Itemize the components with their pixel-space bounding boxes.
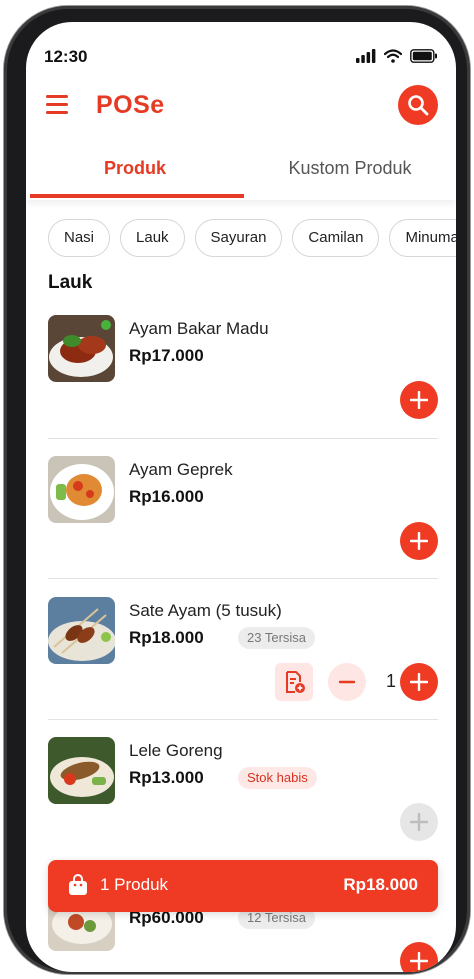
plus-icon: [410, 673, 428, 691]
app-screen: 12:30 POSe Produk Kustom Produk Nasi Lau…: [26, 22, 456, 972]
product-item[interactable]: Ayam Bakar Madu Rp17.000: [48, 315, 438, 455]
plus-icon: [410, 532, 428, 550]
active-tab-indicator: [30, 194, 244, 198]
tab-kustom-produk[interactable]: Kustom Produk: [244, 142, 456, 194]
product-price: Rp18.000: [129, 628, 204, 647]
phone-frame: 12:30 POSe Produk Kustom Produk Nasi Lau…: [4, 6, 470, 974]
note-add-icon: [286, 671, 305, 693]
plus-icon: [410, 391, 428, 409]
chip-lauk[interactable]: Lauk: [120, 219, 185, 257]
tab-produk[interactable]: Produk: [26, 142, 244, 194]
product-item[interactable]: Ayam Geprek Rp16.000: [48, 456, 438, 596]
out-of-stock-badge: Stok habis: [238, 767, 317, 789]
minus-icon: [338, 680, 356, 684]
stock-badge: 23 Tersisa: [238, 627, 316, 649]
divider: [48, 438, 438, 439]
product-name: Lele Goreng: [129, 741, 223, 760]
divider: [48, 578, 438, 579]
product-item[interactable]: Sate Ayam (5 tusuk) Rp18.000 23 Tersisa …: [48, 597, 438, 737]
product-image: [48, 597, 115, 664]
category-filter: NasiLaukSayuranCamilanMinuman: [48, 219, 456, 259]
signal-icon: [356, 49, 376, 63]
cart-summary-bar[interactable]: 1 Produk Rp18.000: [48, 860, 438, 912]
chip-camilan[interactable]: Camilan: [292, 219, 380, 257]
product-price: Rp16.000: [129, 487, 204, 506]
product-image: [48, 737, 115, 804]
add-to-cart-button[interactable]: [400, 522, 438, 560]
product-image: [48, 456, 115, 523]
chip-sayuran[interactable]: Sayuran: [194, 219, 283, 257]
shopping-bag-icon: [69, 874, 87, 895]
chip-minuman[interactable]: Minuman: [389, 219, 456, 257]
cart-total: Rp18.000: [343, 875, 418, 894]
product-name: Ayam Geprek: [129, 460, 233, 479]
divider: [48, 719, 438, 720]
status-bar: 12:30: [26, 22, 456, 72]
status-time: 12:30: [44, 47, 88, 66]
plus-icon: [410, 952, 428, 970]
menu-icon[interactable]: [46, 95, 70, 115]
decrease-quantity-button[interactable]: [328, 663, 366, 701]
add-to-cart-button[interactable]: [400, 381, 438, 419]
add-note-button[interactable]: [275, 663, 313, 701]
product-name: Sate Ayam (5 tusuk): [129, 601, 282, 620]
add-to-cart-button[interactable]: [400, 942, 438, 972]
product-item[interactable]: Lele Goreng Rp13.000 Stok habis: [48, 737, 438, 877]
product-image: [48, 315, 115, 382]
app-logo: POSe: [96, 91, 165, 119]
status-icons: [356, 48, 438, 64]
search-button[interactable]: [398, 85, 438, 125]
product-price: Rp17.000: [129, 346, 204, 365]
chip-nasi[interactable]: Nasi: [48, 219, 111, 257]
search-icon: [408, 95, 429, 116]
add-to-cart-button-disabled: [400, 803, 438, 841]
app-bar: POSe: [26, 84, 456, 128]
plus-icon: [410, 813, 428, 831]
section-title: Lauk: [48, 272, 93, 293]
product-price: Rp13.000: [129, 768, 204, 787]
tab-bar: Produk Kustom Produk: [26, 142, 456, 200]
product-name: Ayam Bakar Madu: [129, 319, 269, 338]
battery-icon: [410, 49, 437, 63]
cart-count: 1 Produk: [100, 875, 169, 894]
wifi-icon: [384, 49, 402, 63]
increase-quantity-button[interactable]: [400, 663, 438, 701]
